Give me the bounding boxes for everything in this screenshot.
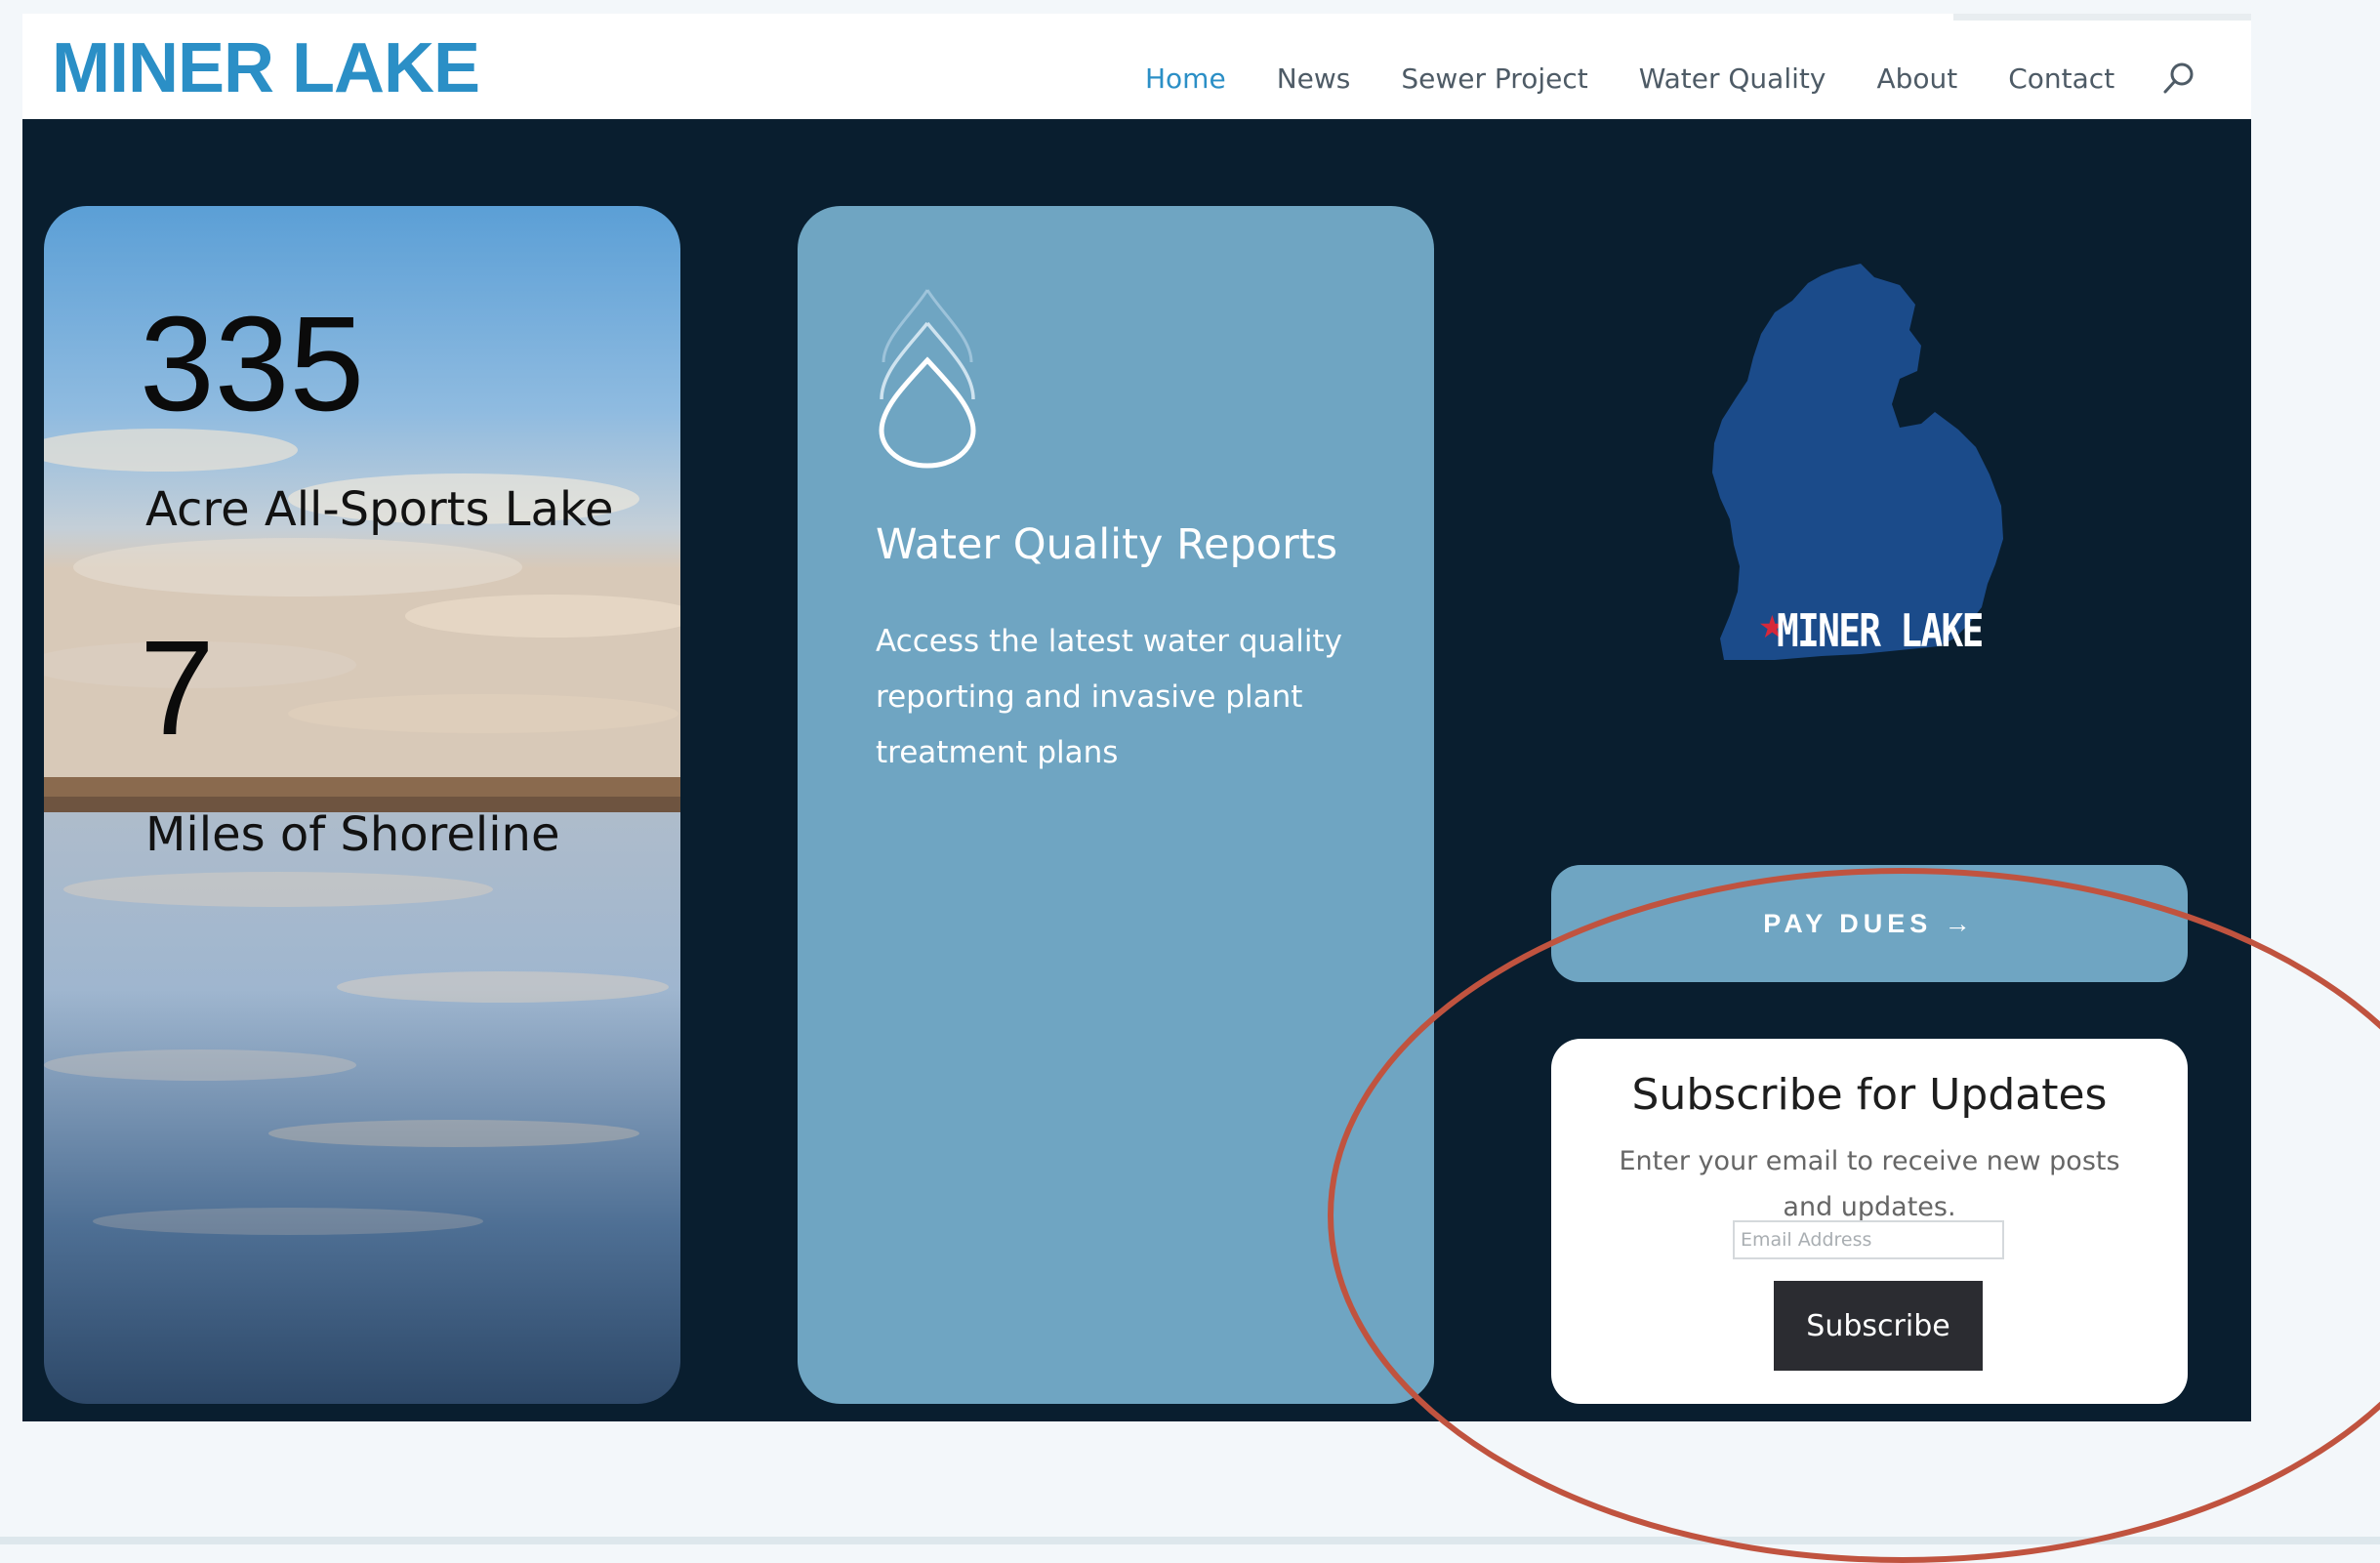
subscribe-title: Subscribe for Updates — [1631, 1070, 2108, 1120]
water-quality-title: Water Quality Reports — [876, 520, 1338, 569]
nav-news[interactable]: News — [1277, 62, 1351, 95]
michigan-map — [1712, 264, 2003, 660]
nav-contact[interactable]: Contact — [2008, 62, 2114, 95]
subscribe-description: Enter your email to receive new posts an… — [1619, 1146, 2120, 1222]
stat-acres-label: Acre All-Sports Lake — [145, 482, 614, 537]
subscribe-card: Subscribe for Updates Enter your email t… — [1551, 1039, 2188, 1404]
site-logo[interactable]: MINER LAKE — [52, 27, 480, 109]
subscribe-button[interactable]: Subscribe — [1774, 1281, 1983, 1371]
lake-stats-card: 335 Acre All-Sports Lake 7 Miles of Shor… — [44, 206, 680, 1404]
water-quality-description: Access the latest water quality reportin… — [876, 624, 1342, 770]
search-icon[interactable] — [2159, 59, 2198, 98]
water-drop-icon — [879, 289, 976, 469]
map-lake-label: MINER LAKE — [1777, 604, 1984, 657]
nav-about[interactable]: About — [1876, 62, 1957, 95]
water-quality-card[interactable]: Water Quality Reports Access the latest … — [798, 206, 1434, 1404]
email-field[interactable] — [1733, 1220, 2004, 1259]
nav-water-quality[interactable]: Water Quality — [1639, 62, 1826, 95]
stat-shoreline-label: Miles of Shoreline — [145, 807, 560, 862]
nav-sewer-project[interactable]: Sewer Project — [1401, 62, 1587, 95]
nav-home[interactable]: Home — [1145, 62, 1226, 95]
stat-acres-value: 335 — [140, 289, 365, 439]
site-header: MINER LAKE Home News Sewer Project Water… — [22, 14, 2251, 119]
header-top-strip — [1953, 14, 2251, 21]
stat-shoreline-value: 7 — [140, 613, 215, 763]
main-nav: Home News Sewer Project Water Quality Ab… — [1145, 47, 2198, 109]
website-page: MINER LAKE Home News Sewer Project Water… — [22, 14, 2251, 1421]
page-bottom-divider — [0, 1537, 2380, 1544]
pay-dues-button[interactable]: PAY DUES → — [1551, 865, 2188, 982]
